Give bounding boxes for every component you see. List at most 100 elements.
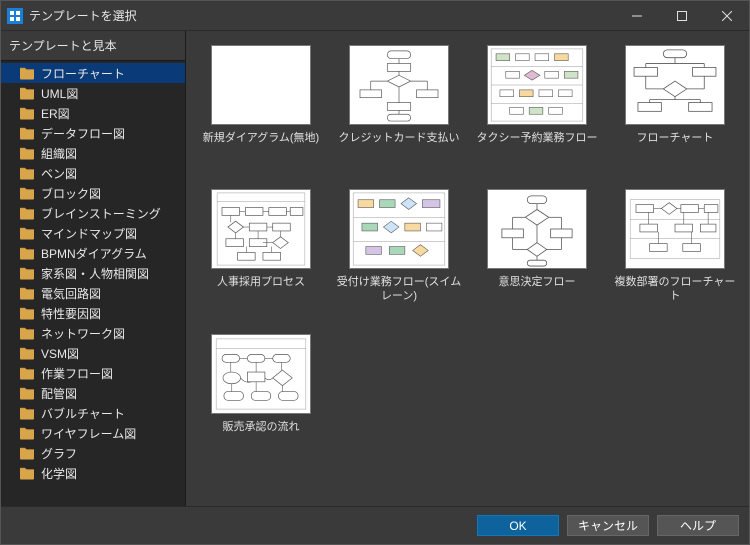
template-thumbnail	[211, 189, 311, 269]
template-grid: 新規ダイアグラム(無地) クレジットカード支払いタクシー予約業務フローフローチャー…	[196, 45, 739, 448]
folder-icon	[19, 306, 35, 320]
folder-icon	[19, 146, 35, 160]
category-item[interactable]: グラフ	[1, 443, 185, 463]
category-label: ワイヤフレーム図	[41, 425, 136, 442]
folder-icon	[19, 206, 35, 220]
folder-icon	[19, 266, 35, 280]
template-card[interactable]: 人事採用プロセス	[196, 189, 326, 304]
category-item[interactable]: BPMNダイアグラム	[1, 243, 185, 263]
template-label: 意思決定フロー	[499, 275, 576, 303]
app-icon	[7, 8, 23, 24]
category-item[interactable]: フローチャート	[1, 63, 185, 83]
category-label: 家系図・人物相関図	[41, 265, 149, 282]
folder-icon	[19, 346, 35, 360]
template-card[interactable]: 複数部署のフローチャート	[610, 189, 740, 304]
template-thumbnail	[625, 45, 725, 125]
content-area: テンプレートと見本 フローチャートUML図ER図データフロー図組織図ベン図ブロッ…	[1, 31, 749, 506]
maximize-button[interactable]	[659, 1, 704, 31]
template-card[interactable]: 受付け業務フロー(スイムレーン)	[334, 189, 464, 304]
category-item[interactable]: マインドマップ図	[1, 223, 185, 243]
ok-button[interactable]: OK	[477, 515, 559, 536]
window-title: テンプレートを選択	[29, 7, 614, 24]
template-card[interactable]: 販売承認の流れ	[196, 334, 326, 448]
category-item[interactable]: 家系図・人物相関図	[1, 263, 185, 283]
titlebar: テンプレートを選択	[1, 1, 749, 31]
category-item[interactable]: ER図	[1, 103, 185, 123]
category-item[interactable]: VSM図	[1, 343, 185, 363]
category-item[interactable]: 組織図	[1, 143, 185, 163]
folder-icon	[19, 406, 35, 420]
category-label: ブロック図	[41, 185, 101, 202]
help-button[interactable]: ヘルプ	[657, 515, 739, 536]
folder-icon	[19, 426, 35, 440]
template-thumbnail	[211, 45, 311, 125]
template-card[interactable]: 新規ダイアグラム(無地)	[196, 45, 326, 159]
category-label: 電気回路図	[41, 285, 101, 302]
template-card[interactable]: タクシー予約業務フロー	[472, 45, 602, 159]
template-card[interactable]: クレジットカード支払い	[334, 45, 464, 159]
category-item[interactable]: ブレインストーミング	[1, 203, 185, 223]
category-label: グラフ	[41, 445, 77, 462]
folder-icon	[19, 366, 35, 380]
category-label: ベン図	[41, 165, 77, 182]
folder-icon	[19, 86, 35, 100]
category-label: マインドマップ図	[41, 225, 137, 242]
dialog-window: テンプレートを選択 テンプレートと見本 フローチャートUML図ER図データフロー…	[0, 0, 750, 545]
template-card[interactable]: フローチャート	[610, 45, 740, 159]
category-label: ブレインストーミング	[41, 205, 161, 222]
folder-icon	[19, 126, 35, 140]
category-tree: フローチャートUML図 ER図データフロー図組織図ベン図ブロック図ブレインストーミ…	[1, 61, 185, 506]
template-label: 受付け業務フロー(スイムレーン)	[334, 275, 464, 304]
template-label: 新規ダイアグラム(無地)	[203, 131, 319, 159]
folder-icon	[19, 226, 35, 240]
folder-icon	[19, 186, 35, 200]
sidebar-header: テンプレートと見本	[1, 31, 185, 61]
category-label: BPMNダイアグラム	[41, 245, 147, 262]
folder-icon	[19, 66, 35, 80]
folder-icon	[19, 386, 35, 400]
template-thumbnail	[487, 45, 587, 125]
category-label: 化学図	[41, 465, 77, 482]
template-label: クレジットカード支払い	[339, 131, 460, 159]
folder-icon	[19, 466, 35, 480]
template-card[interactable]: 意思決定フロー	[472, 189, 602, 304]
category-label: 組織図	[41, 145, 77, 162]
category-item[interactable]: 特性要因図	[1, 303, 185, 323]
template-thumbnail	[625, 189, 725, 269]
category-label: データフロー図	[41, 125, 125, 142]
category-item[interactable]: 化学図	[1, 463, 185, 483]
template-label: 人事採用プロセス	[217, 275, 305, 303]
category-item[interactable]: 配管図	[1, 383, 185, 403]
minimize-button[interactable]	[614, 1, 659, 31]
template-thumbnail	[349, 189, 449, 269]
category-item[interactable]: ネットワーク図	[1, 323, 185, 343]
category-item[interactable]: 電気回路図	[1, 283, 185, 303]
category-label: フローチャート	[41, 65, 125, 82]
category-label: ネットワーク図	[41, 325, 125, 342]
template-thumbnail	[211, 334, 311, 414]
folder-icon	[19, 246, 35, 260]
category-label: 作業フロー図	[41, 365, 113, 382]
cancel-button[interactable]: キャンセル	[567, 515, 649, 536]
category-label: 配管図	[41, 385, 77, 402]
folder-icon	[19, 106, 35, 120]
category-label: VSM図	[41, 345, 79, 362]
close-button[interactable]	[704, 1, 749, 31]
folder-icon	[19, 286, 35, 300]
sidebar: テンプレートと見本 フローチャートUML図 ER図データフロー図組織図ベン図ブロッ…	[1, 31, 186, 506]
folder-icon	[19, 446, 35, 460]
folder-icon	[19, 166, 35, 180]
dialog-footer: OK キャンセル ヘルプ	[1, 506, 749, 544]
category-item[interactable]: ワイヤフレーム図	[1, 423, 185, 443]
category-item[interactable]: バブルチャート	[1, 403, 185, 423]
template-thumbnail	[487, 189, 587, 269]
template-label: 複数部署のフローチャート	[610, 275, 740, 304]
category-item[interactable]: データフロー図	[1, 123, 185, 143]
category-item[interactable]: ベン図	[1, 163, 185, 183]
category-item[interactable]: ブロック図	[1, 183, 185, 203]
category-label: ER図	[41, 105, 70, 122]
template-gallery: 新規ダイアグラム(無地) クレジットカード支払いタクシー予約業務フローフローチャー…	[186, 31, 749, 506]
template-label: タクシー予約業務フロー	[477, 131, 598, 159]
category-item[interactable]: UML図	[1, 83, 185, 103]
category-item[interactable]: 作業フロー図	[1, 363, 185, 383]
